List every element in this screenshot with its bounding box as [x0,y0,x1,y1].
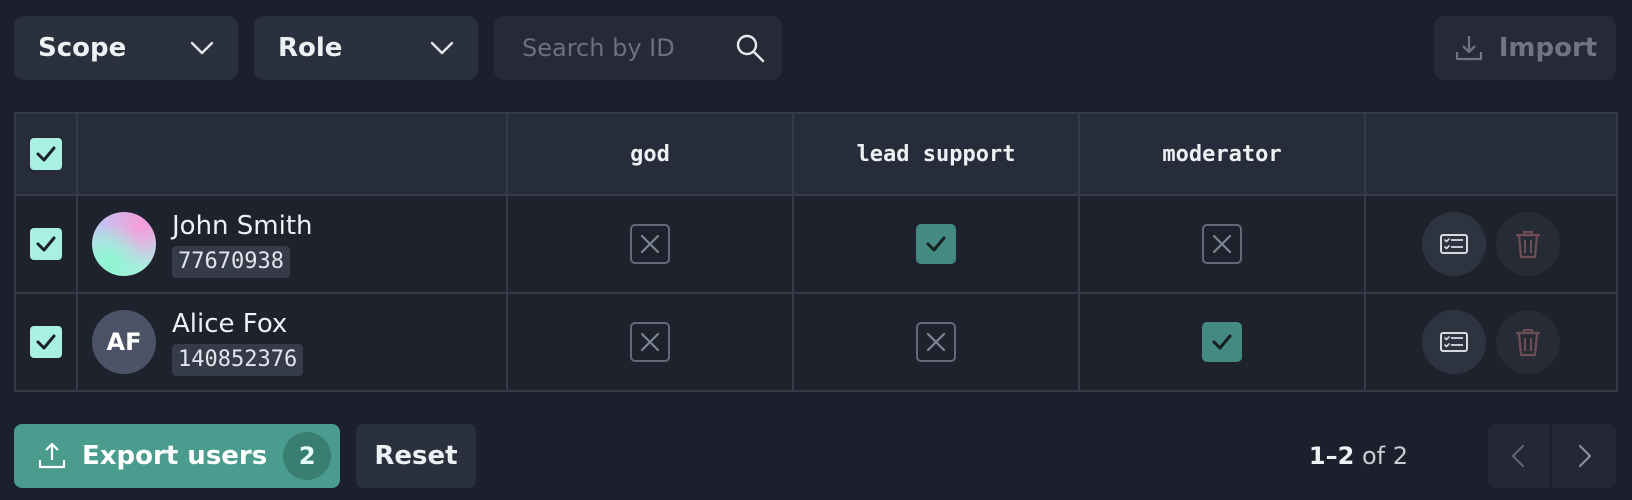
row-select-cell [14,194,78,294]
permission-toggle-moderator[interactable] [1202,322,1242,362]
user-cell: John Smith 77670938 [76,194,508,294]
permission-cell-god [506,194,794,294]
toolbar: Scope Role Import [14,16,1616,80]
check-icon [36,146,56,162]
previous-page-button[interactable] [1488,424,1552,488]
actions-cell [1364,292,1618,392]
import-button-label: Import [1498,33,1598,63]
table-row: AF Alice Fox 140852376 [14,292,1618,392]
row-checkbox[interactable] [30,326,62,358]
permission-cell-moderator [1078,194,1366,294]
avatar [92,212,156,276]
edit-user-button[interactable] [1422,310,1487,374]
pagination-status: 1–2 of 2 [1309,440,1408,472]
actions-cell [1364,194,1618,294]
search-icon[interactable] [734,32,766,64]
scope-dropdown-label: Scope [38,33,127,63]
chevron-down-icon [190,41,214,55]
search-input[interactable] [494,16,724,80]
column-header-lead-support: lead support [792,112,1080,196]
search-box [494,16,782,80]
pagination-total: 2 [1392,442,1408,470]
x-icon [926,332,946,352]
check-icon [1212,334,1232,350]
upload-icon [38,442,66,469]
permission-toggle-lead-support[interactable] [916,224,956,264]
check-icon [36,236,56,252]
permission-cell-god [506,292,794,392]
column-header-user [76,112,508,196]
permission-toggle-god[interactable] [630,322,670,362]
permission-cell-lead-support [792,292,1080,392]
trash-icon [1515,329,1540,357]
list-card-icon [1440,234,1469,254]
permission-toggle-moderator[interactable] [1202,224,1242,264]
export-users-button[interactable]: Export users 2 [14,424,340,488]
import-button[interactable]: Import [1434,16,1616,80]
check-icon [36,334,56,350]
check-icon [926,236,946,252]
user-id: 140852376 [172,344,304,376]
avatar: AF [92,310,156,374]
download-icon [1455,36,1482,61]
user-id: 77670938 [172,246,290,278]
row-checkbox[interactable] [30,228,62,260]
footer: Export users 2 Reset 1–2 of 2 [14,424,1616,488]
pagination-of: of [1361,442,1386,470]
permission-toggle-lead-support[interactable] [916,322,956,362]
edit-user-button[interactable] [1422,212,1487,276]
delete-user-button[interactable] [1495,212,1560,276]
role-dropdown-label: Role [278,33,343,63]
select-all-checkbox[interactable] [30,138,62,170]
permission-cell-lead-support [792,194,1080,294]
column-header-moderator: moderator [1078,112,1366,196]
chevron-left-icon [1511,444,1525,468]
chevron-down-icon [430,41,454,55]
permission-toggle-god[interactable] [630,224,670,264]
pagination-range: 1–2 [1308,442,1355,470]
export-users-label: Export users [82,441,268,471]
table-row: John Smith 77670938 [14,194,1618,294]
reset-button[interactable]: Reset [356,424,476,488]
x-icon [640,332,660,352]
list-card-icon [1440,332,1469,352]
users-table: god lead support moderator John Smith 77… [14,112,1618,392]
column-header-actions [1364,112,1618,196]
permission-cell-moderator [1078,292,1366,392]
next-page-button[interactable] [1552,424,1616,488]
trash-icon [1515,231,1540,259]
role-dropdown[interactable]: Role [254,16,478,80]
chevron-right-icon [1578,444,1592,468]
user-name: Alice Fox [172,309,288,339]
selected-count-badge: 2 [283,432,332,480]
row-select-cell [14,292,78,392]
delete-user-button[interactable] [1495,310,1560,374]
user-name: John Smith [172,211,313,241]
select-all-cell [14,112,78,196]
column-header-god: god [506,112,794,196]
user-cell: AF Alice Fox 140852376 [76,292,508,392]
x-icon [1212,234,1232,254]
scope-dropdown[interactable]: Scope [14,16,238,80]
x-icon [640,234,660,254]
table-header-row: god lead support moderator [14,112,1618,196]
